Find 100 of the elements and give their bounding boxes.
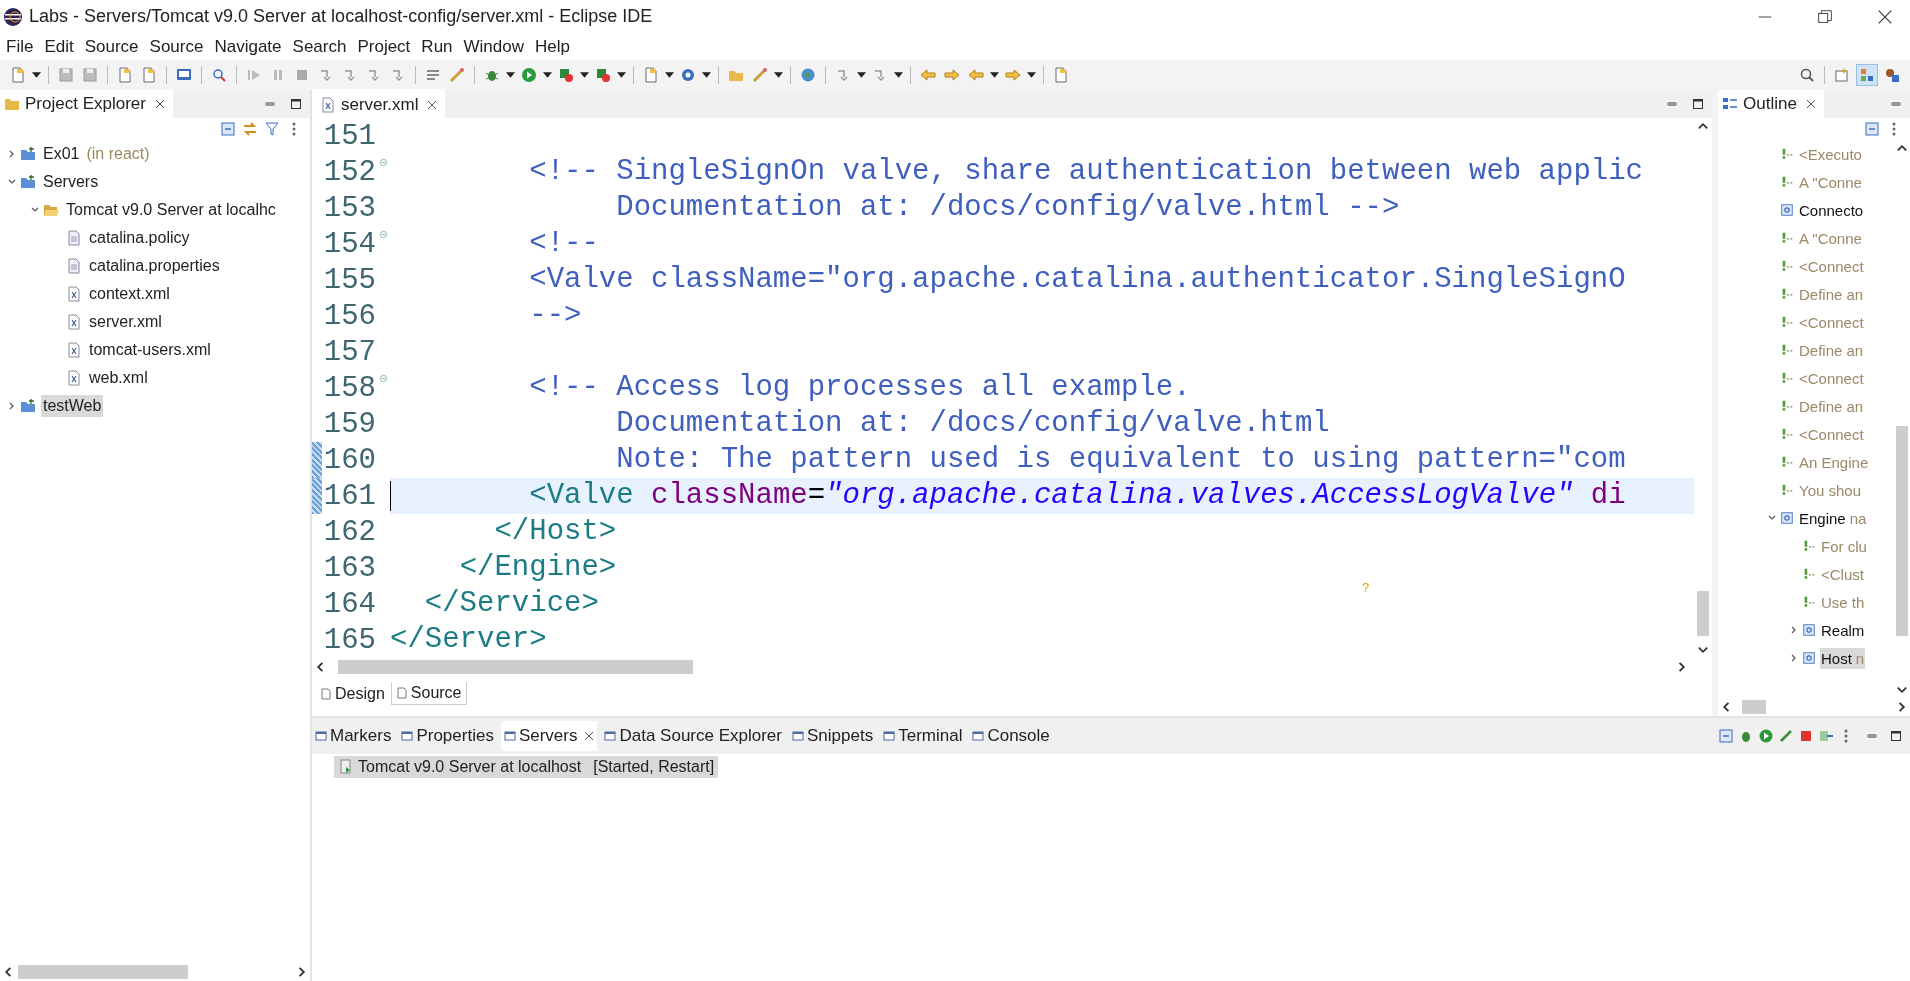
menu-item[interactable]: Source [145,36,211,57]
editor-tab[interactable]: server.xml [312,89,446,119]
menu-item[interactable]: Help [531,36,577,57]
outline-item[interactable]: <Connect [1798,255,1865,277]
collapse-all-icon[interactable] [220,121,236,137]
fold-icon[interactable] [378,374,388,383]
scrollbar-thumb[interactable] [1896,426,1908,636]
dropdown-caret-icon[interactable] [990,72,999,78]
view-tab[interactable]: Outline [1718,90,1824,118]
scrollbar-thumb[interactable] [1742,700,1766,714]
outline-item[interactable]: <Connect [1798,423,1865,445]
collapse-all-icon[interactable] [1718,728,1734,744]
dropdown-caret-icon[interactable] [774,72,783,78]
menu-item[interactable]: Run [417,36,460,57]
menu-item[interactable]: Navigate [210,36,289,57]
outline-item[interactable]: For clu [1820,535,1868,557]
close-icon[interactable] [1805,99,1816,109]
dropdown-caret-icon[interactable] [702,72,711,78]
page-icon [320,687,332,700]
view-tab[interactable]: Console [969,721,1053,751]
code-comment: <!-- Access log processes all example. [529,370,1191,406]
scrollbar-thumb[interactable] [1697,591,1709,636]
outline-item[interactable]: Engine na [1798,507,1868,529]
tree-item[interactable]: server.xml [87,311,164,333]
folder-tree-icon [4,96,20,112]
dropdown-caret-icon[interactable] [665,72,674,78]
maximize-icon[interactable] [290,98,302,110]
project-icon [20,146,36,162]
mode-tab-label: Source [410,684,462,702]
tree-item[interactable]: context.xml [87,283,172,305]
view-tab[interactable]: Servers [500,721,598,751]
view-tab[interactable]: Markers [312,721,395,751]
menu-item[interactable]: Search [288,36,354,57]
view-tab[interactable]: Project Explorer [0,90,173,118]
view-tab[interactable]: Terminal [880,721,966,751]
scrollbar-thumb[interactable] [18,965,188,979]
editor-tab-label: server.xml [341,95,419,115]
menu-item[interactable]: Window [459,36,531,57]
menu-item[interactable]: Edit [40,36,81,57]
tree-item[interactable]: testWeb [41,395,104,417]
outline-item[interactable]: <Clust [1820,563,1865,585]
outline-item[interactable]: Connecto [1798,199,1865,221]
outline-item[interactable]: Use th [1820,591,1866,613]
outline-item[interactable]: An Engine [1798,451,1870,473]
outline-item[interactable]: You shou [1798,479,1862,501]
menu-item[interactable]: Project [353,36,418,57]
page-icon [395,687,408,699]
maximize-icon[interactable] [1890,730,1902,742]
outline-item[interactable]: <Connect [1798,367,1865,389]
filter-icon[interactable] [264,121,280,137]
fold-icon[interactable] [378,158,388,167]
maximize-icon[interactable] [1692,98,1704,110]
wand-icon[interactable] [447,65,467,85]
mode-tab[interactable]: Design [316,682,389,705]
tree-item[interactable]: Ex01 [41,143,82,165]
tree-item[interactable]: catalina.properties [87,255,222,277]
close-icon[interactable] [427,100,438,110]
tree-item[interactable]: catalina.policy [87,227,192,249]
perspective-icon[interactable] [1856,64,1878,86]
outline-item[interactable]: Host n [1820,647,1866,669]
save-icon[interactable] [80,65,100,85]
outline-item[interactable]: Realm [1820,619,1866,641]
menu-item[interactable]: Source [80,36,146,57]
close-icon[interactable] [584,731,595,741]
restore-icon[interactable] [1816,7,1834,26]
view-tab-label: Servers [518,726,578,746]
tree-item[interactable]: Servers [41,171,101,193]
server-row[interactable]: Tomcat v9.0 Server at localhost [Started, Restart] [334,756,719,778]
outline-item[interactable]: A "Conne [1798,171,1863,193]
link-arrows-icon[interactable] [242,121,258,137]
run-icon[interactable] [1758,728,1774,744]
dropdown-caret-icon[interactable] [32,72,41,78]
comment-node-icon [1780,399,1794,413]
tree-item[interactable]: web.xml [87,367,150,389]
outline-item[interactable]: <Connect [1798,311,1865,333]
fold-icon[interactable] [378,230,388,239]
outline-item[interactable]: A "Conne [1798,227,1863,249]
stop-icon[interactable] [1798,728,1814,744]
run-icon[interactable] [519,65,539,85]
scrollbar-thumb[interactable] [338,660,693,674]
tree-item[interactable]: Tomcat v9.0 Server at localhc [64,199,278,221]
line-number: 153 [322,191,376,225]
dropdown-caret-icon[interactable] [617,72,626,78]
save-icon[interactable] [56,65,76,85]
mode-tab[interactable]: Source [390,682,467,705]
menu-item[interactable]: File [2,36,41,57]
view-tab[interactable]: Data Source Explorer [601,721,785,751]
dropdown-caret-icon[interactable] [506,72,515,78]
dropdown-caret-icon[interactable] [580,72,589,78]
tree-item[interactable]: tomcat-users.xml [87,339,213,361]
view-tab[interactable]: Properties [398,721,497,751]
view-tab[interactable]: Snippets [789,721,877,751]
dropdown-caret-icon[interactable] [1027,72,1036,78]
dropdown-caret-icon[interactable] [543,72,552,78]
dropdown-caret-icon[interactable] [857,72,866,78]
collapse-all-icon[interactable] [1864,121,1880,137]
line-number: 163 [322,551,376,585]
dropdown-caret-icon[interactable] [894,72,903,78]
close-icon[interactable] [154,99,165,109]
comment-node-icon [1780,287,1794,301]
